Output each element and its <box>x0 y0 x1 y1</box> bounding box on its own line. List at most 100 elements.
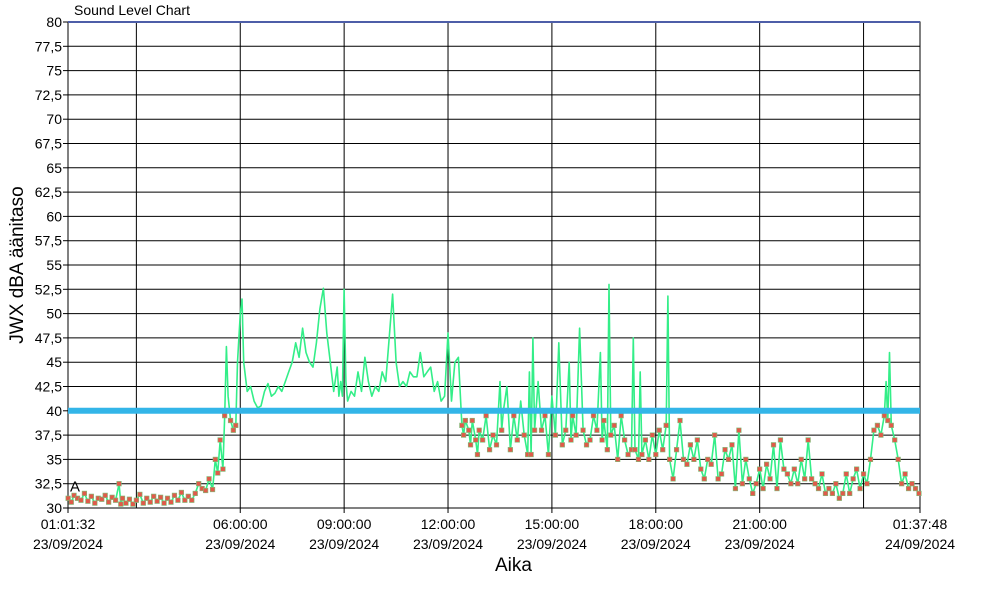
data-point <box>78 497 84 503</box>
x-tick-date: 23/09/2024 <box>621 536 691 552</box>
data-point <box>81 490 88 497</box>
data-point <box>233 422 239 428</box>
data-point <box>763 461 770 467</box>
data-point <box>815 485 822 492</box>
x-tick-date: 23/09/2024 <box>725 536 795 552</box>
data-point <box>116 481 122 487</box>
data-point <box>826 485 832 492</box>
data-point <box>570 413 576 419</box>
data-point <box>732 485 739 492</box>
data-point <box>583 442 590 448</box>
data-point <box>736 427 742 433</box>
data-point <box>590 413 597 419</box>
data-point <box>809 476 815 482</box>
data-point <box>670 476 676 482</box>
data-point <box>750 490 756 497</box>
data-point <box>833 481 839 487</box>
data-point <box>599 437 605 443</box>
data-point <box>850 476 856 482</box>
data-point <box>461 432 467 438</box>
data-point <box>843 471 849 477</box>
data-point <box>781 466 787 472</box>
data-point <box>798 456 804 463</box>
data-point <box>698 466 704 472</box>
data-point <box>209 486 216 493</box>
data-point <box>618 413 624 419</box>
data-point <box>175 497 181 503</box>
data-point <box>743 456 749 463</box>
data-point <box>119 495 126 501</box>
data-point <box>196 481 202 487</box>
data-point <box>112 497 119 503</box>
data-point <box>784 471 790 477</box>
chart-plot: 30 32,5 35 37,5 40 42,5 45 47,5 50 52,5 55 57,5 60 62… <box>33 14 955 552</box>
data-point <box>667 456 673 463</box>
data-point <box>511 413 517 419</box>
data-point <box>909 481 915 487</box>
data-point <box>92 500 98 506</box>
data-point <box>632 447 638 453</box>
data-point <box>568 437 574 443</box>
y-tick-label: 62,5 <box>35 184 62 200</box>
data-point <box>788 481 794 487</box>
data-point <box>473 437 479 443</box>
data-point <box>476 427 482 433</box>
data-point <box>230 427 236 433</box>
data-point <box>227 417 234 424</box>
x-tick-time: 15:00:00 <box>525 516 580 532</box>
data-point <box>168 499 174 505</box>
data-point <box>680 456 687 463</box>
data-point <box>819 471 825 477</box>
data-point <box>212 456 218 463</box>
data-point <box>746 476 752 482</box>
data-point <box>615 456 621 463</box>
data-point <box>822 490 829 497</box>
data-point <box>467 442 474 448</box>
data-point <box>673 447 680 453</box>
data-point <box>774 485 780 492</box>
data-point <box>580 427 586 433</box>
data-point <box>705 456 711 463</box>
x-tick-date: 23/09/2024 <box>517 536 587 552</box>
data-point <box>552 432 558 438</box>
series-label: A <box>70 478 80 495</box>
data-point <box>466 427 472 433</box>
data-point <box>171 492 178 498</box>
data-point <box>760 485 766 492</box>
data-point <box>646 456 652 463</box>
data-point <box>864 481 870 487</box>
x-tick-date: 23/09/2024 <box>413 536 483 552</box>
x-tick-time: 01:37:48 <box>893 516 948 532</box>
data-point <box>860 471 867 477</box>
data-point <box>895 456 901 463</box>
y-tick-label: 70 <box>46 111 62 127</box>
data-point <box>722 447 728 453</box>
data-point <box>899 481 905 487</box>
y-tick-label: 37,5 <box>35 427 62 443</box>
chart-title: Sound Level Chart <box>74 2 190 18</box>
data-point <box>701 476 707 482</box>
data-point <box>712 432 718 438</box>
data-point <box>611 422 617 428</box>
data-point <box>916 490 922 497</box>
data-point <box>220 466 226 472</box>
data-point <box>642 437 649 443</box>
y-tick-label: 60 <box>46 208 62 224</box>
data-point <box>133 497 139 503</box>
data-point <box>663 422 669 428</box>
data-point <box>656 427 662 433</box>
data-point <box>829 490 835 497</box>
y-tick-label: 40 <box>46 403 62 419</box>
y-tick-label: 72,5 <box>35 87 62 103</box>
data-point <box>601 417 607 424</box>
data-point <box>802 476 808 482</box>
data-point <box>151 493 157 499</box>
data-point <box>708 461 714 467</box>
data-point <box>777 437 784 443</box>
data-point <box>462 417 468 424</box>
data-point <box>729 442 735 448</box>
x-tick-date: 23/09/2024 <box>205 536 275 552</box>
data-point <box>677 417 683 424</box>
y-tick-label: 80 <box>46 14 62 30</box>
data-point <box>480 437 486 443</box>
